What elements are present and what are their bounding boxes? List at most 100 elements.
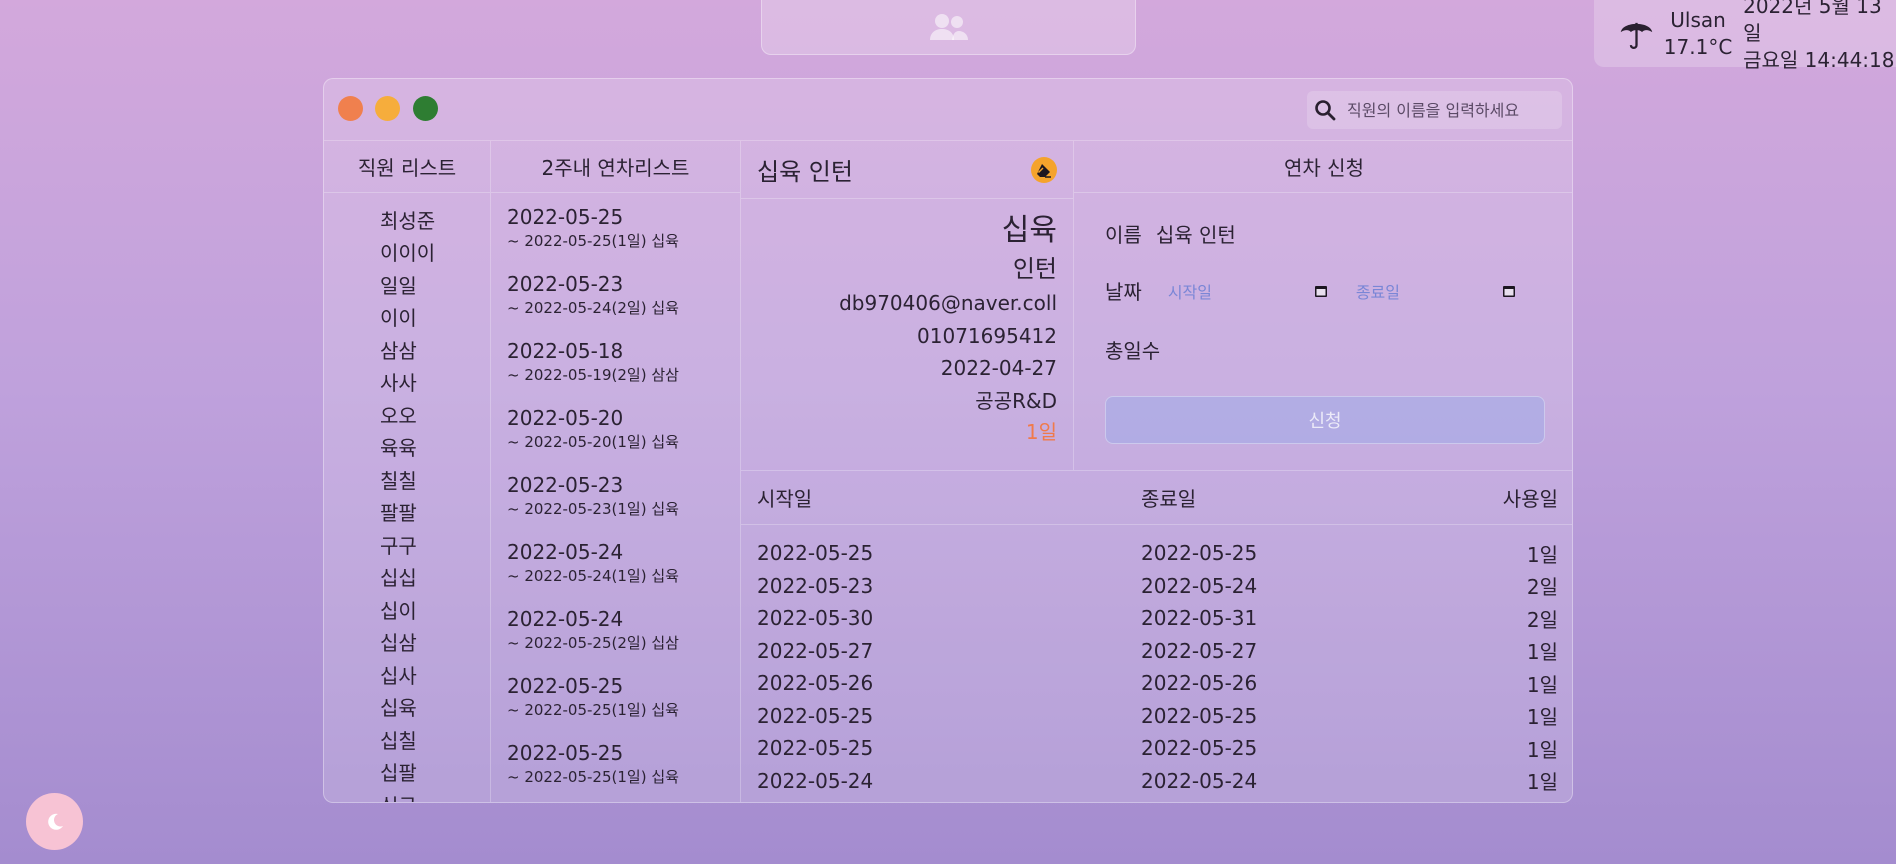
users-icon[interactable]: [928, 12, 970, 42]
detail-name: 십육: [1001, 213, 1057, 248]
employee-list-item[interactable]: 십팔: [324, 756, 490, 789]
recent-leave-list: 2022-05-25 ~ 2022-05-25(1일) 십육 2022-05-23 ~…: [491, 193, 740, 802]
employee-search[interactable]: [1307, 91, 1562, 129]
employee-list-item[interactable]: 십십: [324, 561, 490, 594]
apply-submit-button[interactable]: 신청: [1105, 396, 1545, 444]
maximize-button[interactable]: [413, 96, 438, 121]
employee-list-item[interactable]: 팔팔: [324, 496, 490, 529]
calendar-icon[interactable]: [1502, 284, 1516, 298]
main-window: 직원 리스트 최성준이이이일일이이삼삼사사오오육육칠칠팔팔구구십십십이십삼십사십…: [323, 78, 1573, 803]
search-input[interactable]: [1347, 100, 1547, 120]
employee-list-item[interactable]: 일일: [324, 268, 490, 301]
end-date-field[interactable]: 종료일: [1356, 279, 1516, 303]
leave-history-table: 시작일 종료일 사용일 2022-05-25 2022-05-25 1일 2022-0…: [741, 471, 1572, 802]
recent-leave-item: 2022-05-25 ~ 2022-05-25(1일) 십육: [491, 672, 740, 739]
leave-application-panel: 연차 신청 이름 십육 인턴 날짜 시작일 종료일 총일수 신청: [1074, 141, 1572, 471]
title-bar: [324, 79, 1572, 141]
top-dock[interactable]: [761, 0, 1136, 55]
history-end-cell: 2022-05-24: [1141, 768, 1258, 793]
recent-leave-range: ~ 2022-05-19(2일) 삼삼: [507, 366, 679, 384]
recent-leave-panel: 2주내 연차리스트 2022-05-25 ~ 2022-05-25(1일) 십육 2…: [491, 141, 741, 802]
recent-leave-start: 2022-05-25: [507, 741, 624, 765]
recent-leave-range: ~ 2022-05-25(1일) 십육: [507, 701, 679, 719]
moon-icon[interactable]: [44, 811, 66, 833]
history-days-cell: 1일: [1526, 640, 1558, 665]
employee-list-item[interactable]: 십이: [324, 593, 490, 626]
recent-leave-item: 2022-05-23 ~ 2022-05-24(2일) 십육: [491, 270, 740, 337]
history-days-cell: 1일: [1526, 705, 1558, 730]
recent-leave-range: ~ 2022-05-25(2일) 십삼: [507, 634, 679, 652]
detail-email: db970406@naver.coll: [839, 291, 1057, 315]
calendar-icon[interactable]: [1314, 284, 1328, 298]
history-days-cell: 1일: [1526, 770, 1558, 795]
recent-leave-start: 2022-05-25: [507, 674, 624, 698]
history-start-cell: 2022-05-23: [757, 573, 874, 598]
recent-leave-start: 2022-05-24: [507, 540, 624, 564]
recent-leave-item: 2022-05-25 ~ 2022-05-25(1일) 십육: [491, 203, 740, 270]
recent-leave-item: 2022-05-20 ~ 2022-05-20(1일) 십육: [491, 404, 740, 471]
recent-leave-range: ~ 2022-05-24(1일) 십육: [507, 567, 679, 585]
employee-list-item[interactable]: 오오: [324, 398, 490, 431]
history-days-cell: 1일: [1526, 542, 1558, 567]
weather-widget: Ulsan 17.1°C 2022년 5월 13일 금요일 14:44:18: [1594, 0, 1896, 72]
detail-remaining-days: 1일: [1025, 420, 1057, 444]
name-value: 십육 인턴: [1155, 223, 1236, 247]
search-icon: [1315, 100, 1336, 121]
start-date-placeholder: 시작일: [1167, 282, 1212, 302]
history-start-cell: 2022-05-30: [757, 606, 874, 631]
employee-list-item[interactable]: 최성준: [324, 203, 490, 236]
employee-list-item[interactable]: 십육: [324, 691, 490, 724]
table-row: 2022-05-30 2022-05-31 2일: [741, 602, 1572, 635]
recent-leave-start: 2022-05-20: [507, 406, 624, 430]
employee-list-header: 직원 리스트: [324, 141, 490, 193]
history-rows: 2022-05-25 2022-05-25 1일 2022-05-23 2022-05-…: [741, 525, 1572, 797]
employee-list-item[interactable]: 사사: [324, 366, 490, 399]
recent-leave-start: 2022-05-18: [507, 339, 624, 363]
employee-list-panel: 직원 리스트 최성준 이이이 일일 이이 삼삼 사사 오오 육육 칠칠 팔팔 구구 십십 십이 십삼 십사 십…: [324, 141, 491, 802]
table-row: 2022-05-25 2022-05-25 1일: [741, 700, 1572, 733]
end-date-placeholder: 종료일: [1355, 282, 1400, 302]
weather-temperature: 17.1°C: [1663, 34, 1733, 59]
start-date-field[interactable]: 시작일: [1168, 279, 1328, 303]
umbrella-icon: [1620, 22, 1653, 49]
detail-title: 십육 인턴: [757, 158, 853, 186]
employee-list-item[interactable]: 십사: [324, 658, 490, 691]
employee-list-item[interactable]: 십삼: [324, 626, 490, 659]
employee-list-item[interactable]: 십구: [324, 788, 490, 802]
table-row: 2022-05-25 2022-05-25 1일: [741, 732, 1572, 765]
leave-application-header: 연차 신청: [1074, 141, 1572, 193]
recent-leave-item: 2022-05-24 ~ 2022-05-25(2일) 십삼: [491, 605, 740, 672]
history-start-cell: 2022-05-26: [757, 671, 874, 696]
employee-list-item[interactable]: 육육: [324, 431, 490, 464]
recent-leave-range: ~ 2022-05-25(1일) 십육: [507, 768, 679, 786]
history-end-cell: 2022-05-24: [1141, 573, 1258, 598]
history-days-cell: 1일: [1526, 737, 1558, 762]
recent-leave-range: ~ 2022-05-24(2일) 십육: [507, 299, 679, 317]
recent-leave-start: 2022-05-25: [507, 205, 624, 229]
employee-list-item[interactable]: 이이이: [324, 236, 490, 269]
history-start-cell: 2022-05-24: [757, 768, 874, 793]
employee-list-item[interactable]: 구구: [324, 528, 490, 561]
employee-list-item[interactable]: 칠칠: [324, 463, 490, 496]
employee-list-item[interactable]: 삼삼: [324, 333, 490, 366]
eraser-icon[interactable]: [1031, 156, 1057, 183]
history-start-cell: 2022-05-27: [757, 638, 874, 663]
recent-leave-start: 2022-05-23: [507, 272, 624, 296]
employee-list-item[interactable]: 이이: [324, 301, 490, 334]
recent-leave-range: ~ 2022-05-25(1일) 십육: [507, 232, 679, 250]
detail-department: 공공R&D: [975, 388, 1057, 413]
employee-list[interactable]: 최성준이이이일일이이삼삼사사오오육육칠칠팔팔구구십십십이십삼십사십육십칠십팔십구: [324, 193, 490, 802]
recent-leave-range: ~ 2022-05-20(1일) 십육: [507, 433, 679, 451]
history-end-cell: 2022-05-31: [1141, 606, 1258, 631]
history-end-cell: 2022-05-26: [1141, 671, 1258, 696]
date-label: 날짜: [1105, 280, 1142, 304]
history-start-cell: 2022-05-25: [757, 736, 874, 761]
history-col-start: 시작일: [757, 487, 813, 511]
employee-list-item[interactable]: 십칠: [324, 723, 490, 756]
history-col-days: 사용일: [1502, 487, 1558, 511]
theme-toggle-button[interactable]: [26, 793, 83, 850]
recent-leave-item: 2022-05-25 ~ 2022-05-25(1일) 십육: [491, 739, 740, 802]
minimize-button[interactable]: [375, 96, 400, 121]
close-button[interactable]: [338, 96, 363, 121]
table-row: 2022-05-26 2022-05-26 1일: [741, 667, 1572, 700]
